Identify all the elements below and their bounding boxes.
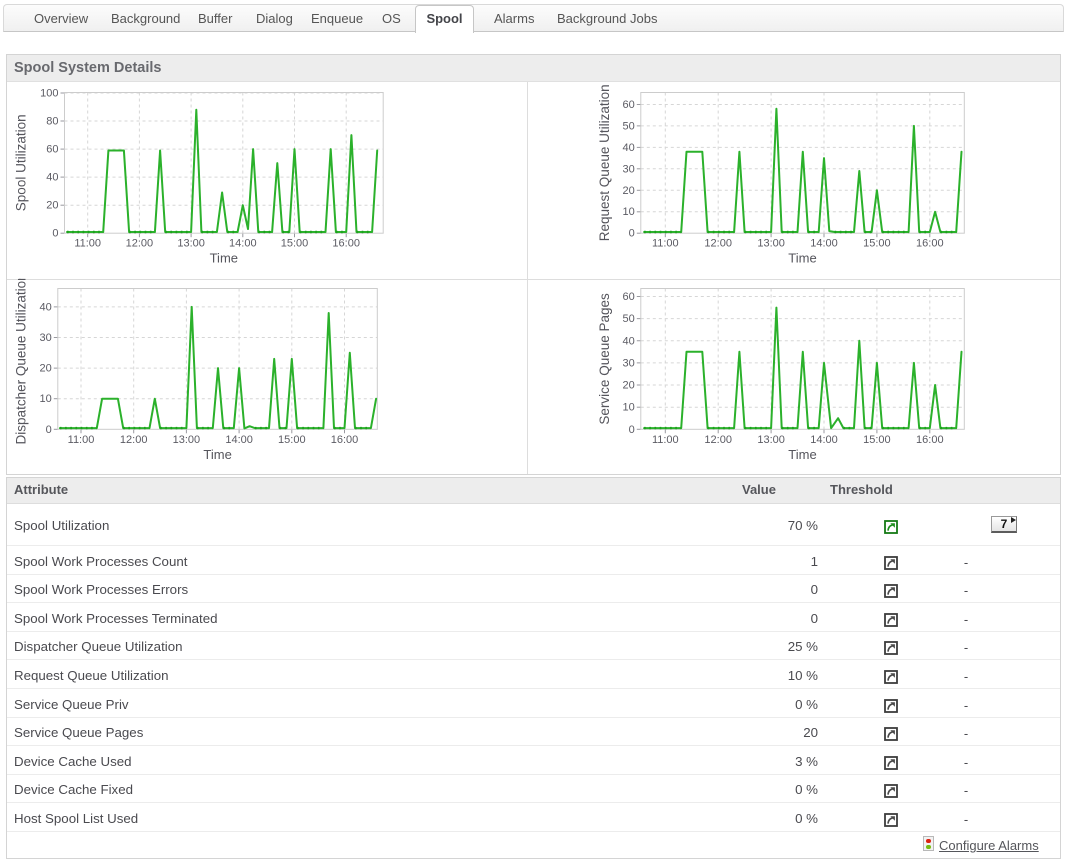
- svg-text:40: 40: [623, 335, 635, 347]
- svg-text:10: 10: [623, 206, 635, 218]
- svg-text:13:00: 13:00: [757, 238, 785, 250]
- svg-text:12:00: 12:00: [120, 434, 148, 446]
- svg-text:14:00: 14:00: [810, 434, 838, 446]
- svg-text:100: 100: [40, 88, 58, 100]
- svg-text:16:00: 16:00: [332, 238, 360, 250]
- svg-text:Service Queue Pages: Service Queue Pages: [597, 293, 612, 425]
- svg-text:10: 10: [623, 402, 635, 414]
- svg-text:Time: Time: [203, 447, 231, 462]
- svg-text:20: 20: [623, 185, 635, 197]
- svg-text:12:00: 12:00: [704, 434, 732, 446]
- svg-text:20: 20: [40, 363, 52, 375]
- svg-text:11:00: 11:00: [652, 434, 679, 446]
- svg-text:20: 20: [46, 200, 58, 212]
- svg-text:10: 10: [40, 393, 52, 405]
- svg-text:Time: Time: [210, 251, 238, 266]
- svg-text:40: 40: [40, 301, 52, 313]
- svg-text:60: 60: [46, 144, 58, 156]
- svg-text:11:00: 11:00: [652, 238, 679, 250]
- svg-text:11:00: 11:00: [68, 434, 95, 446]
- svg-text:0: 0: [52, 228, 58, 240]
- svg-text:15:00: 15:00: [281, 238, 309, 250]
- svg-text:13:00: 13:00: [757, 434, 785, 446]
- svg-text:13:00: 13:00: [177, 238, 205, 250]
- svg-text:15:00: 15:00: [863, 434, 891, 446]
- svg-text:30: 30: [623, 163, 635, 175]
- svg-text:16:00: 16:00: [916, 238, 944, 250]
- svg-text:14:00: 14:00: [810, 238, 838, 250]
- svg-text:Time: Time: [788, 447, 816, 462]
- svg-text:12:00: 12:00: [704, 238, 732, 250]
- svg-text:11:00: 11:00: [74, 238, 101, 250]
- svg-text:40: 40: [623, 142, 635, 154]
- svg-text:80: 80: [46, 116, 58, 128]
- svg-text:14:00: 14:00: [225, 434, 253, 446]
- svg-text:12:00: 12:00: [126, 238, 154, 250]
- svg-text:0: 0: [629, 424, 635, 436]
- svg-text:50: 50: [623, 313, 635, 325]
- svg-text:Spool Utilization: Spool Utilization: [14, 114, 29, 211]
- svg-text:30: 30: [40, 332, 52, 344]
- svg-text:16:00: 16:00: [916, 434, 944, 446]
- svg-text:13:00: 13:00: [173, 434, 201, 446]
- svg-text:20: 20: [623, 380, 635, 392]
- svg-text:0: 0: [46, 424, 52, 436]
- svg-text:16:00: 16:00: [331, 434, 359, 446]
- svg-text:15:00: 15:00: [863, 238, 891, 250]
- svg-text:50: 50: [623, 120, 635, 132]
- svg-text:14:00: 14:00: [229, 238, 257, 250]
- svg-text:30: 30: [623, 357, 635, 369]
- svg-text:0: 0: [629, 228, 635, 240]
- svg-text:60: 60: [623, 291, 635, 303]
- svg-text:Request Queue Utilization: Request Queue Utilization: [597, 84, 612, 241]
- svg-text:40: 40: [46, 172, 58, 184]
- svg-text:15:00: 15:00: [278, 434, 306, 446]
- svg-text:Time: Time: [788, 251, 816, 266]
- svg-text:Dispatcher Queue Utilization: Dispatcher Queue Utilization: [14, 273, 29, 444]
- svg-text:60: 60: [623, 99, 635, 111]
